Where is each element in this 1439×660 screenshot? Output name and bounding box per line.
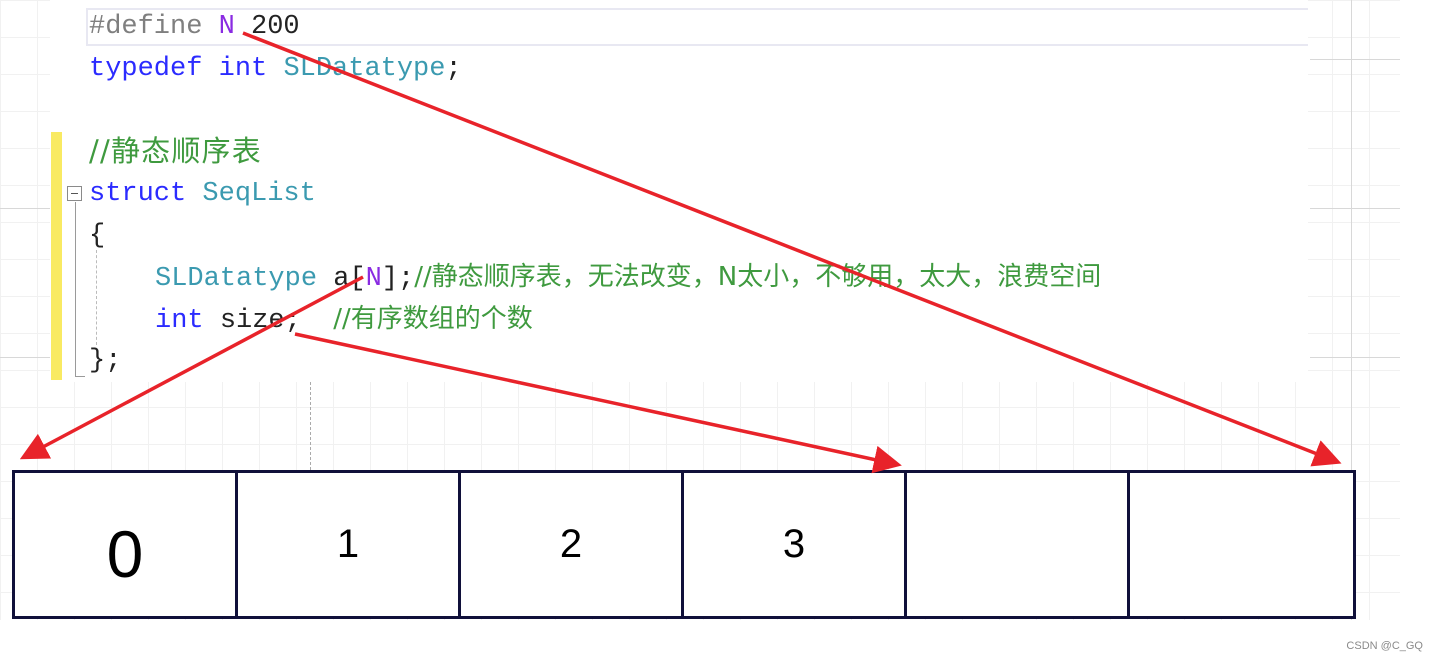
dashed-guide [310, 382, 311, 470]
macro-name: N [218, 12, 235, 42]
grid-line [0, 208, 50, 209]
array-cell [1130, 473, 1353, 616]
comment: //静态顺序表 [89, 134, 262, 168]
type-alias: SLDatatype [283, 54, 446, 84]
grid-line [1310, 208, 1400, 209]
punct: ; [445, 54, 462, 84]
macro-value: 200 [251, 12, 300, 42]
code-line-array-field: SLDatatype a[N];//静态顺序表，无法改变，N太小，不够用，太大，… [155, 257, 1101, 299]
change-marker-bar [51, 132, 62, 380]
keyword: int [218, 54, 268, 84]
fold-guide [75, 202, 76, 377]
keyword: typedef [89, 54, 203, 84]
macro-ref: N [365, 264, 382, 294]
code-line-size-field: int size; //有序数组的个数 [155, 299, 533, 341]
array-cell: 3 [684, 473, 907, 616]
indent-guide [96, 250, 97, 345]
comment: //静态顺序表，无法改变，N太小，不够用，太大，浪费空间 [414, 262, 1102, 292]
code-line-typedef: typedef int SLDatatype; [89, 49, 462, 89]
preprocessor-directive: #define [89, 12, 203, 42]
keyword: int [155, 306, 204, 336]
grid-line [1310, 357, 1400, 358]
keyword: struct [89, 179, 187, 209]
code-line-open-brace: { [89, 216, 105, 256]
brace: }; [89, 346, 122, 376]
comment: //有序数组的个数 [333, 304, 533, 334]
type-name: SLDatatype [155, 264, 318, 294]
field-name: a[ [333, 264, 366, 294]
array-cell: 2 [461, 473, 684, 616]
punct: ]; [381, 264, 415, 294]
brace: { [89, 221, 106, 251]
array-cell: 0 [15, 473, 238, 616]
struct-name: SeqList [202, 179, 316, 209]
grid-line [0, 357, 50, 358]
array-diagram: 0 1 2 3 [12, 470, 1356, 619]
array-cell [907, 473, 1130, 616]
code-line-comment: //静态顺序表 [89, 131, 262, 172]
field-name: size; [219, 306, 301, 336]
watermark: CSDN @C_GQ [1346, 640, 1423, 652]
collapse-icon[interactable] [67, 186, 82, 201]
code-line-define: #define N 200 [89, 7, 300, 47]
fold-guide-end [75, 376, 85, 377]
code-line-struct: struct SeqList [89, 174, 316, 214]
code-line-close-brace: }; [89, 341, 121, 381]
array-cell: 1 [238, 473, 461, 616]
grid-line [1310, 59, 1400, 60]
